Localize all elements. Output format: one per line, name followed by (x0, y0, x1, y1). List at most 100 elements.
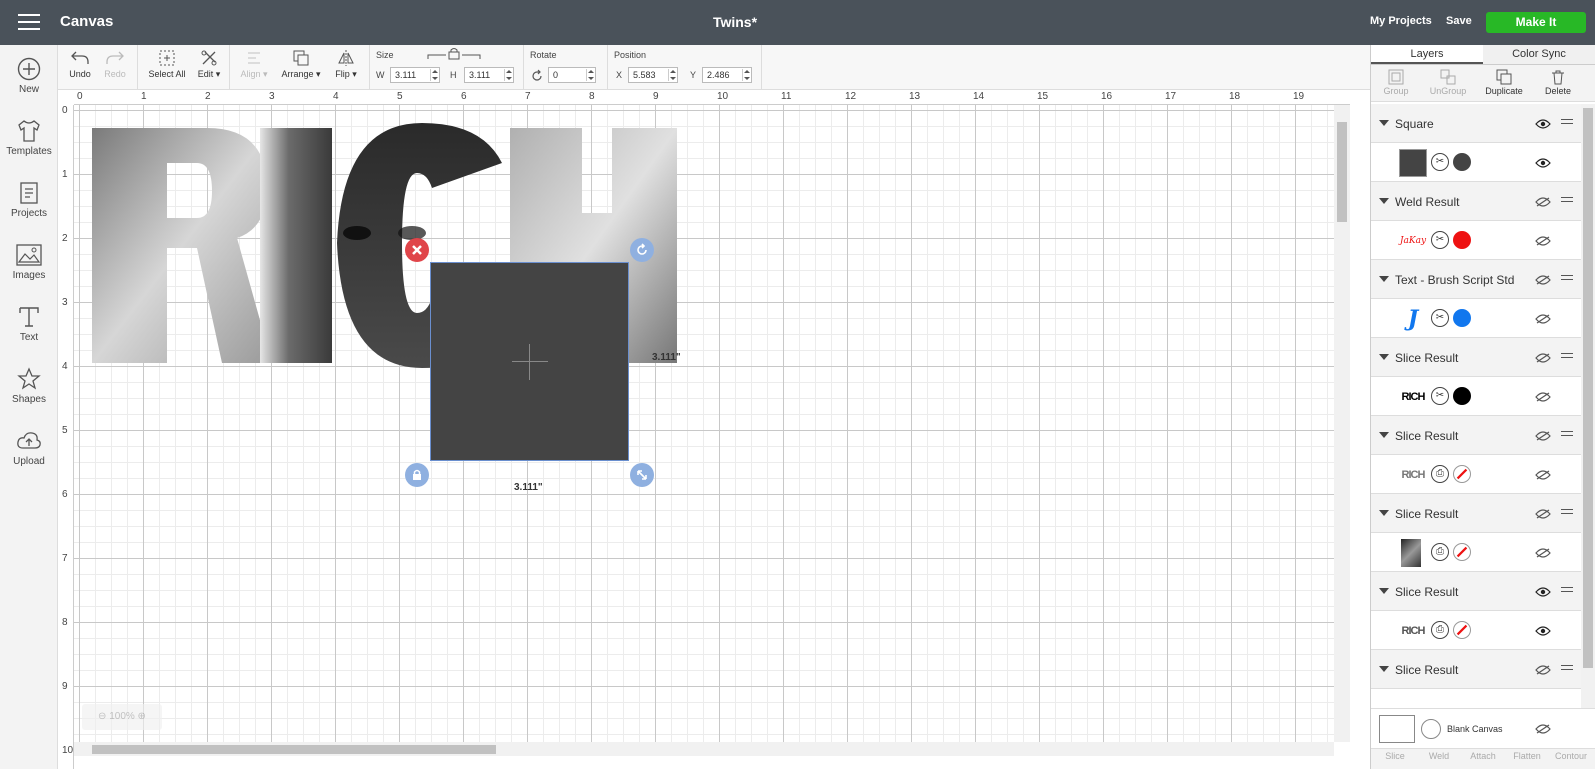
delete-handle[interactable] (405, 238, 429, 262)
eye-hidden-icon[interactable] (1535, 548, 1551, 558)
weld-button[interactable]: Weld (1417, 751, 1461, 761)
sidebar-templates[interactable]: Templates (0, 119, 58, 157)
layer-item-text[interactable]: J ✂ (1371, 299, 1581, 338)
print-icon[interactable]: ⎙ (1431, 465, 1449, 483)
layer-group-slice-result[interactable]: Slice Result (1371, 416, 1581, 455)
redo-button[interactable]: Redo (103, 49, 127, 79)
drag-handle-icon[interactable] (1561, 509, 1573, 517)
color-swatch[interactable] (1453, 309, 1471, 327)
sidebar-shapes[interactable]: Shapes (0, 367, 58, 405)
undo-button[interactable]: Undo (68, 49, 92, 79)
duplicate-button[interactable]: Duplicate (1479, 69, 1529, 96)
slice-button[interactable]: Slice (1373, 751, 1417, 761)
drag-handle-icon[interactable] (1561, 275, 1573, 283)
eye-hidden-icon[interactable] (1535, 236, 1551, 246)
collapse-triangle-icon[interactable] (1379, 354, 1389, 360)
layers-scroll-thumb[interactable] (1583, 108, 1593, 668)
eye-hidden-icon[interactable] (1535, 431, 1551, 441)
collapse-triangle-icon[interactable] (1379, 432, 1389, 438)
eye-hidden-icon[interactable] (1535, 275, 1551, 285)
layer-item-slice-result[interactable]: ⎙ (1371, 533, 1581, 572)
color-swatch[interactable] (1453, 153, 1471, 171)
color-swatch[interactable] (1453, 387, 1471, 405)
no-color-swatch[interactable] (1453, 621, 1471, 639)
eye-hidden-icon[interactable] (1535, 470, 1551, 480)
lock-icon[interactable] (426, 47, 482, 61)
print-icon[interactable]: ⎙ (1431, 543, 1449, 561)
resize-handle[interactable] (630, 463, 654, 487)
layer-item-square[interactable]: ✂ (1371, 143, 1581, 182)
layer-group-slice-result[interactable]: Slice Result (1371, 338, 1581, 377)
layers-scrollbar[interactable] (1581, 104, 1595, 708)
drag-handle-icon[interactable] (1561, 197, 1573, 205)
eye-hidden-icon[interactable] (1535, 724, 1551, 734)
blank-canvas-row[interactable]: Blank Canvas (1371, 708, 1595, 748)
eye-hidden-icon[interactable] (1535, 392, 1551, 402)
flip-button[interactable]: Flip ▾ (330, 49, 362, 80)
drag-handle-icon[interactable] (1561, 353, 1573, 361)
delete-button[interactable]: Delete (1533, 69, 1583, 96)
my-projects-link[interactable]: My Projects (1370, 15, 1432, 27)
layer-group-text[interactable]: Text - Brush Script Std (1371, 260, 1581, 299)
sidebar-projects[interactable]: Projects (0, 181, 58, 219)
collapse-triangle-icon[interactable] (1379, 588, 1389, 594)
height-input[interactable]: 3.111 (464, 67, 514, 83)
layer-group-slice-result[interactable]: Slice Result (1371, 650, 1581, 689)
collapse-triangle-icon[interactable] (1379, 666, 1389, 672)
selected-square[interactable] (430, 262, 629, 461)
y-spinner[interactable] (742, 69, 750, 81)
save-link[interactable]: Save (1446, 15, 1472, 27)
no-color-swatch[interactable] (1453, 543, 1471, 561)
group-button[interactable]: Group (1371, 69, 1421, 96)
horizontal-scrollbar[interactable] (74, 742, 1334, 756)
cut-icon[interactable]: ✂ (1431, 387, 1449, 405)
drag-handle-icon[interactable] (1561, 431, 1573, 439)
ungroup-button[interactable]: UnGroup (1423, 69, 1473, 96)
collapse-triangle-icon[interactable] (1379, 276, 1389, 282)
rotate-handle[interactable] (630, 238, 654, 262)
eye-icon[interactable] (1535, 626, 1551, 636)
color-swatch[interactable] (1453, 231, 1471, 249)
layer-item-slice-result[interactable]: RICH ⎙ (1371, 611, 1581, 650)
cut-icon[interactable]: ✂ (1431, 153, 1449, 171)
make-it-button[interactable]: Make It (1486, 12, 1586, 33)
eye-hidden-icon[interactable] (1535, 509, 1551, 519)
eye-hidden-icon[interactable] (1535, 665, 1551, 675)
vertical-scrollbar[interactable] (1334, 105, 1350, 742)
layer-item-slice-result[interactable]: RICH ✂ (1371, 377, 1581, 416)
eye-hidden-icon[interactable] (1535, 314, 1551, 324)
collapse-triangle-icon[interactable] (1379, 510, 1389, 516)
collapse-triangle-icon[interactable] (1379, 198, 1389, 204)
collapse-triangle-icon[interactable] (1379, 120, 1389, 126)
layer-item-slice-result[interactable]: RICH ⎙ (1371, 455, 1581, 494)
sidebar-upload[interactable]: Upload (0, 429, 58, 467)
rotate-spinner[interactable] (586, 69, 594, 81)
eye-icon[interactable] (1535, 158, 1551, 168)
select-all-button[interactable]: Select All (147, 49, 187, 79)
layer-group-square[interactable]: Square (1371, 104, 1581, 143)
layer-group-weld-result[interactable]: Weld Result (1371, 182, 1581, 221)
drag-handle-icon[interactable] (1561, 587, 1573, 595)
eye-hidden-icon[interactable] (1535, 197, 1551, 207)
arrange-button[interactable]: Arrange ▾ (276, 49, 326, 80)
width-spinner[interactable] (430, 69, 438, 81)
design-canvas[interactable]: 0 1 2 3 4 5 6 7 8 9 10 11 12 13 14 15 16 17 18 19 012345678… (58, 90, 1350, 769)
print-icon[interactable]: ⎙ (1431, 621, 1449, 639)
height-spinner[interactable] (504, 69, 512, 81)
sidebar-images[interactable]: Images (0, 243, 58, 281)
width-input[interactable]: 3.111 (390, 67, 440, 83)
edit-button[interactable]: Edit ▾ (193, 49, 225, 80)
attach-button[interactable]: Attach (1461, 751, 1505, 761)
x-input[interactable]: 5.583 (628, 67, 678, 83)
eye-icon[interactable] (1535, 119, 1551, 129)
align-button[interactable]: Align ▾ (238, 49, 270, 80)
layer-item-weld-result[interactable]: JaKay ✂ (1371, 221, 1581, 260)
layer-group-slice-result[interactable]: Slice Result (1371, 494, 1581, 533)
cut-icon[interactable]: ✂ (1431, 231, 1449, 249)
y-input[interactable]: 2.486 (702, 67, 752, 83)
sidebar-new[interactable]: New (0, 57, 58, 95)
layer-group-slice-result[interactable]: Slice Result (1371, 572, 1581, 611)
tab-layers[interactable]: Layers (1371, 45, 1483, 64)
proportion-lock-handle[interactable] (405, 463, 429, 487)
cut-icon[interactable]: ✂ (1431, 309, 1449, 327)
